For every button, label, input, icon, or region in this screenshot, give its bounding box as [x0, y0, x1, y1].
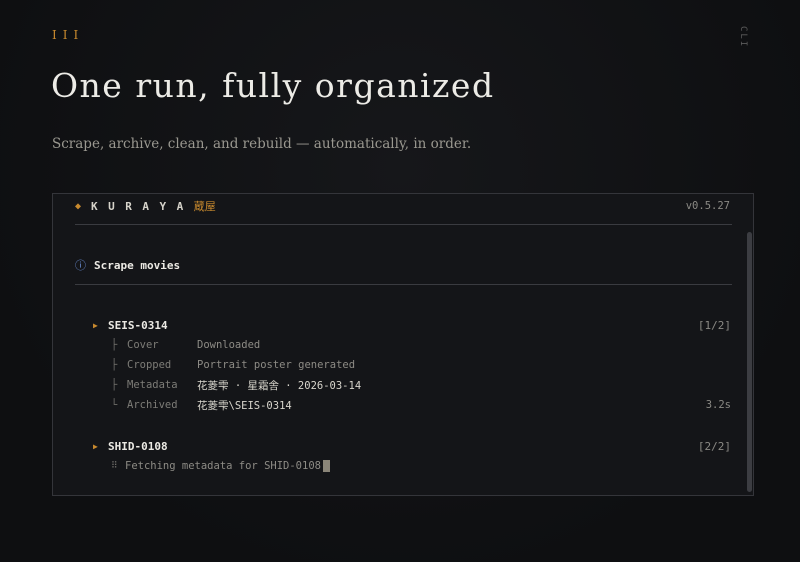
- tree-branch: ├: [111, 359, 118, 371]
- brand-name: KURAYA: [91, 199, 194, 213]
- job-count: [1/2]: [697, 318, 731, 332]
- step-value: 花菱雫 · 星霜舎 · 2026-03-14: [197, 379, 362, 392]
- step-row: ├ Metadata 花菱雫 · 星霜舎 · 2026-03-14: [111, 377, 731, 393]
- job-id: SHID-0108: [108, 439, 168, 453]
- side-tag: CLI: [738, 26, 748, 49]
- section-label: Scrape movies: [94, 258, 181, 272]
- tree-branch: └: [111, 399, 118, 411]
- divider: [75, 284, 732, 285]
- step-value: Portrait poster generated: [197, 359, 356, 371]
- step-row: └ Archived 花菱雫\SEIS-0314 3.2s: [111, 397, 731, 413]
- step-row: ├ Cover Downloaded: [111, 337, 731, 353]
- page-title: One run, fully organized: [51, 66, 495, 105]
- step-label: Archived: [127, 399, 178, 411]
- tree-branch: ├: [111, 339, 118, 351]
- status-text: Fetching metadata for SHID-0108: [125, 460, 321, 472]
- step-label: Metadata: [127, 379, 178, 391]
- step-label: Cropped: [127, 359, 172, 371]
- page-subtitle: Scrape, archive, clean, and rebuild — au…: [52, 136, 472, 152]
- terminal-window: ◆ KURAYA 蔵屋 v0.5.27 ⓘ Scrape movies ▶ SE…: [52, 193, 754, 496]
- diamond-icon: ◆: [75, 200, 82, 212]
- info-icon: ⓘ: [75, 259, 86, 272]
- job-count: [2/2]: [697, 439, 731, 453]
- terminal-header: ◆ KURAYA 蔵屋 v0.5.27: [75, 197, 730, 215]
- section-numeral: III: [52, 28, 85, 42]
- status-row: ⠿ Fetching metadata for SHID-0108: [111, 458, 731, 474]
- tree-branch: ├: [111, 379, 118, 391]
- spinner-icon: ⠿: [111, 461, 118, 471]
- step-row: ├ Cropped Portrait poster generated: [111, 357, 731, 373]
- divider: [75, 224, 732, 225]
- step-duration: 3.2s: [705, 399, 731, 411]
- job-row: ▶ SEIS-0314 [1/2]: [93, 317, 731, 333]
- job-row: ▶ SHID-0108 [2/2]: [93, 438, 731, 454]
- section-header: ⓘ Scrape movies: [75, 257, 180, 273]
- step-value: 花菱雫\SEIS-0314: [197, 399, 292, 412]
- triangle-right-icon: ▶: [93, 441, 98, 451]
- triangle-right-icon: ▶: [93, 320, 98, 330]
- scrollbar[interactable]: [747, 232, 752, 492]
- job-id: SEIS-0314: [108, 318, 168, 332]
- step-value: Downloaded: [197, 339, 261, 351]
- cursor: [322, 460, 330, 472]
- brand-kanji: 蔵屋: [193, 200, 216, 213]
- step-label: Cover: [127, 339, 159, 351]
- version-label: v0.5.27: [685, 200, 730, 212]
